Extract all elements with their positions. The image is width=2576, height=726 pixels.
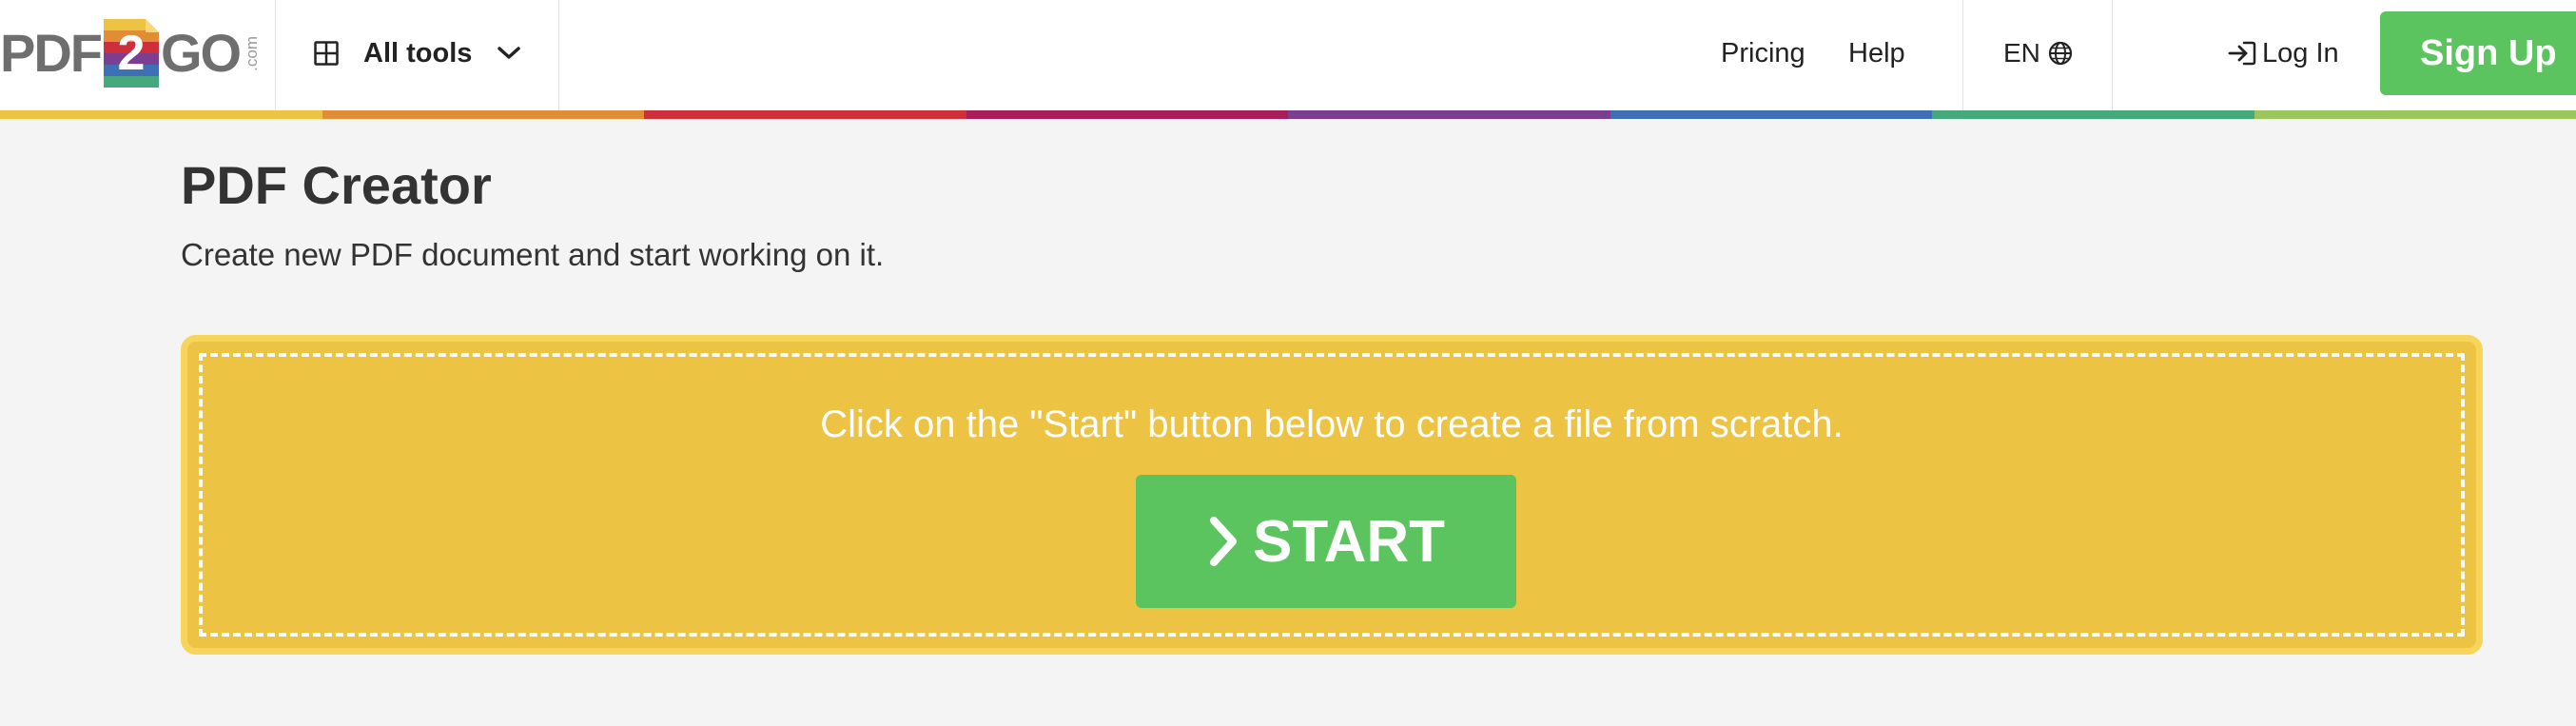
dropzone-instruction: Click on the "Start" button below to cre… xyxy=(820,403,1844,445)
rainbow-segment xyxy=(1288,110,1610,119)
rainbow-segment xyxy=(2254,110,2576,119)
logo-text-pdf: PDF xyxy=(0,23,103,83)
logo-text-com: .com xyxy=(243,35,262,71)
start-button[interactable]: START xyxy=(1136,475,1516,608)
start-dropzone[interactable]: Click on the "Start" button below to cre… xyxy=(181,335,2483,655)
login-link[interactable]: Log In xyxy=(2228,32,2339,74)
page-title: PDF Creator xyxy=(181,155,492,215)
language-code: EN xyxy=(2003,38,2040,68)
page-subtitle: Create new PDF document and start workin… xyxy=(181,237,885,272)
signup-button[interactable]: Sign Up xyxy=(2380,11,2576,95)
top-navbar: PDF 2 GO .com All tools Pricing Help EN … xyxy=(0,0,2576,110)
login-label: Log In xyxy=(2262,37,2339,69)
nav-link-help[interactable]: Help xyxy=(1848,32,1905,74)
logo-text-2: 2 xyxy=(117,26,146,81)
rainbow-segment xyxy=(322,110,644,119)
rainbow-segment xyxy=(0,110,322,119)
start-button-label: START xyxy=(1252,508,1446,575)
all-tools-label: All tools xyxy=(363,37,473,69)
globe-icon xyxy=(2048,41,2073,66)
header-divider xyxy=(558,0,559,110)
logo-text-go: GO xyxy=(161,23,242,83)
grid-icon xyxy=(314,41,339,66)
nav-link-pricing[interactable]: Pricing xyxy=(1721,32,1805,74)
logo-badge-2: 2 xyxy=(104,19,159,88)
header-divider xyxy=(275,0,276,110)
dropzone-dashed-border: Click on the "Start" button below to cre… xyxy=(199,353,2465,637)
header-divider xyxy=(2112,0,2113,110)
rainbow-segment xyxy=(1932,110,2254,119)
login-arrow-icon xyxy=(2228,41,2256,66)
rainbow-segment xyxy=(644,110,966,119)
header-divider xyxy=(1962,0,1963,110)
language-selector[interactable]: EN xyxy=(2003,32,2073,74)
chevron-right-icon xyxy=(1209,517,1237,566)
rainbow-segment xyxy=(1610,110,1932,119)
rainbow-stripe xyxy=(0,110,2576,119)
rainbow-segment xyxy=(966,110,1288,119)
all-tools-dropdown[interactable]: All tools xyxy=(314,27,521,80)
pdf2go-logo[interactable]: PDF 2 GO .com xyxy=(0,17,262,89)
chevron-down-icon xyxy=(498,47,521,59)
